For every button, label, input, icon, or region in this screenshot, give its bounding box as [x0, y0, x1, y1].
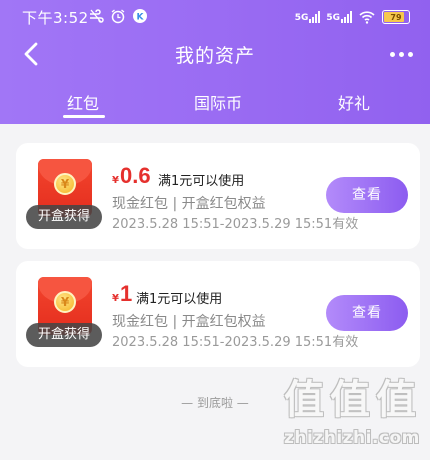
status-icons-right: 5G 5G 79	[295, 9, 410, 25]
signal-icon: 5G	[295, 11, 321, 23]
redpacket-card[interactable]: ¥ 开盒获得 ¥ 1 满1元可以使用 现金红包 | 开盒红包权益 2023.5.…	[16, 261, 420, 367]
amount-value: 1	[119, 281, 133, 306]
wifi-icon	[359, 11, 375, 24]
svg-text:K: K	[137, 13, 145, 23]
alarm-icon	[111, 9, 125, 24]
currency-symbol: ¥	[112, 175, 119, 186]
signal-icon-2: 5G	[326, 11, 352, 23]
currency-symbol: ¥	[112, 293, 119, 304]
tab-bar: 红包 国际币 好礼	[0, 84, 430, 124]
source-badge: 开盒获得	[26, 205, 102, 229]
watermark-char: 值	[376, 377, 416, 423]
validity-period: 2023.5.28 15:51-2023.5.29 15:51有效	[112, 335, 359, 350]
end-of-list-note: — 到底啦 —	[181, 396, 249, 410]
status-time: 下午3:52	[22, 9, 89, 27]
validity-period: 2023.5.28 15:51-2023.5.29 15:51有效	[112, 217, 359, 232]
app-notification-icon: K	[133, 9, 147, 23]
redpacket-type: 现金红包 | 开盒红包权益	[112, 196, 266, 212]
usage-condition: 满1元可以使用	[158, 174, 245, 189]
status-bar: 下午3:52 K 5G 5G 79	[0, 0, 430, 34]
amount: ¥ 1	[112, 281, 132, 307]
watermark-char: 值	[284, 377, 324, 423]
more-dots-icon[interactable]	[386, 42, 416, 66]
wind-icon	[90, 9, 104, 23]
header: 下午3:52 K 5G 5G 79 我的资产 红包 国际币 好礼	[0, 0, 430, 124]
view-button[interactable]: 查看	[326, 177, 408, 213]
source-badge: 开盒获得	[26, 323, 102, 347]
usage-condition: 满1元可以使用	[136, 292, 223, 307]
watermark-char: 值	[330, 377, 370, 423]
watermark-text: zhizhizhi.com	[284, 428, 420, 448]
status-icons-left: K	[88, 8, 148, 24]
amount-value: 0.6	[119, 163, 151, 188]
nav-bar: 我的资产	[0, 34, 430, 74]
view-button[interactable]: 查看	[326, 295, 408, 331]
redpacket-card[interactable]: ¥ 开盒获得 ¥ 0.6 满1元可以使用 现金红包 | 开盒红包权益 2023.…	[16, 143, 420, 249]
tab-hongbao[interactable]: 红包	[33, 90, 133, 114]
amount: ¥ 0.6	[112, 163, 151, 189]
battery-icon: 79	[382, 10, 410, 24]
tab-haoli[interactable]: 好礼	[304, 90, 404, 114]
watermark: 值 值 值 zhizhizhi.com	[284, 378, 424, 458]
yuan-coin-icon: ¥	[54, 173, 76, 195]
page-title: 我的资产	[174, 45, 255, 67]
active-tab-indicator	[63, 115, 105, 118]
yuan-coin-icon: ¥	[54, 291, 76, 313]
tab-guojibi[interactable]: 国际币	[168, 90, 268, 114]
redpacket-type: 现金红包 | 开盒红包权益	[112, 314, 266, 330]
